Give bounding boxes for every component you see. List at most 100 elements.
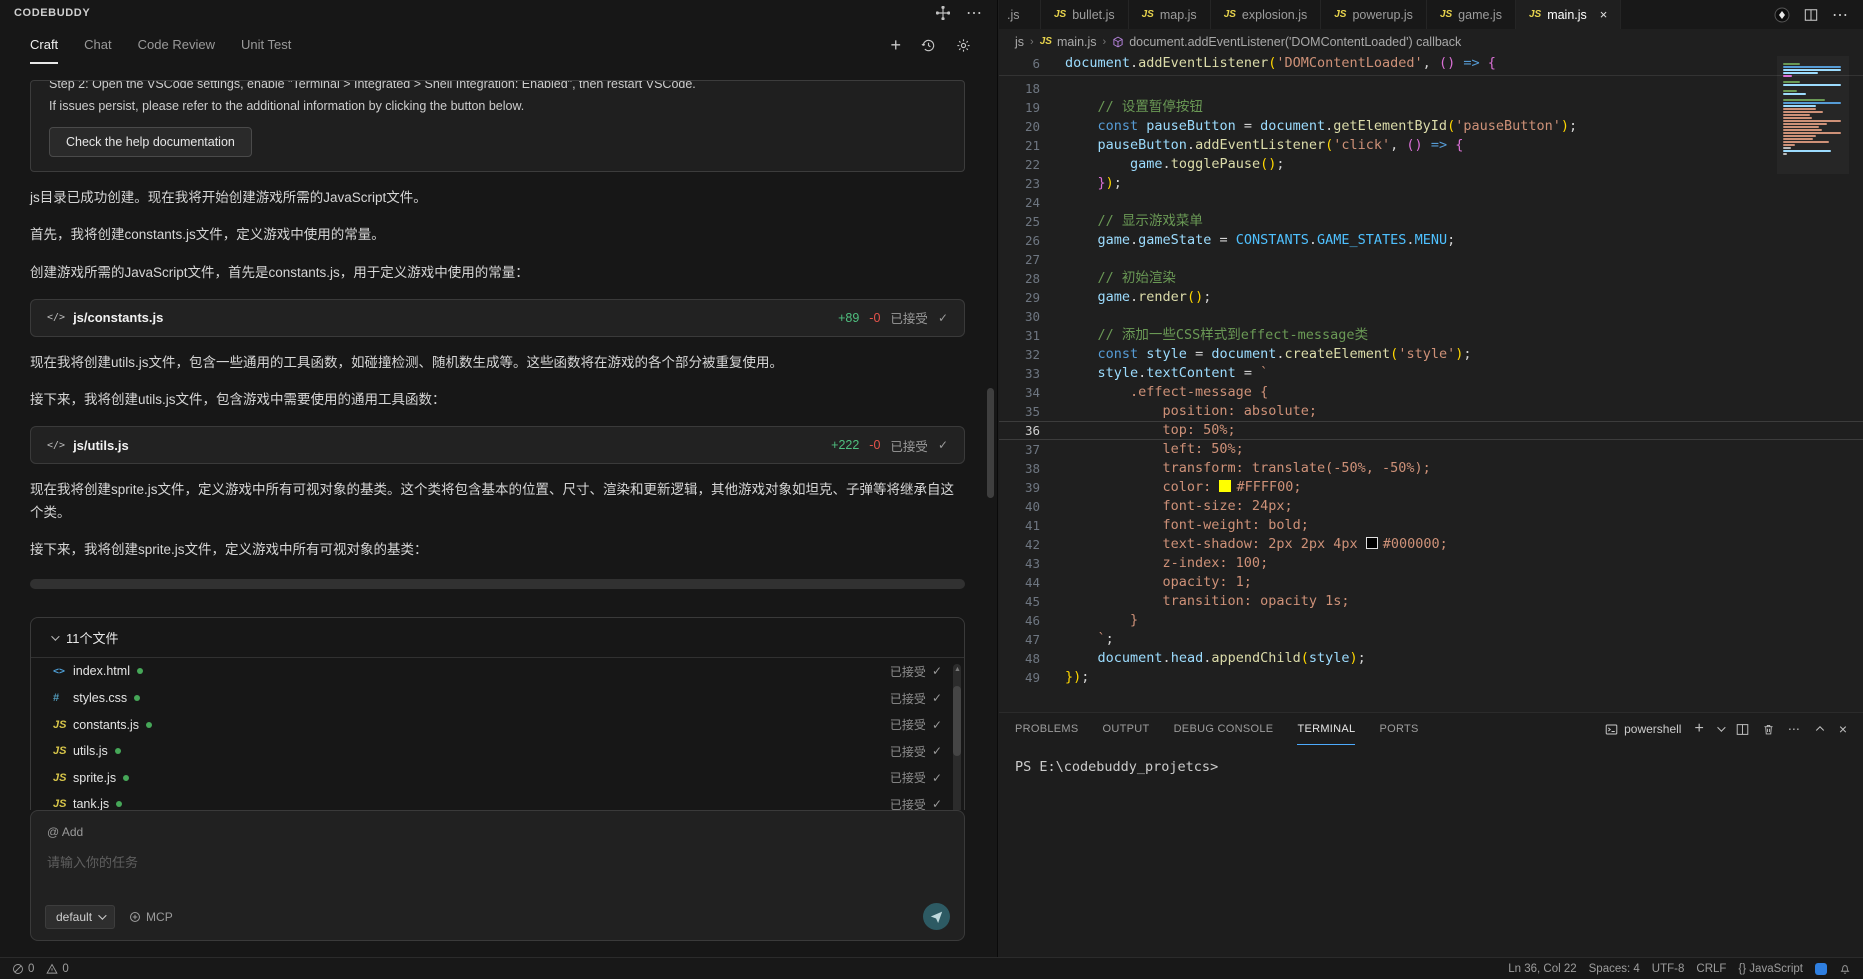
code-line-44[interactable]: 44 opacity: 1; (999, 573, 1863, 592)
editor-tab-powerup-js[interactable]: JSpowerup.js (1321, 0, 1427, 29)
panel-more-actions-icon[interactable]: ⋯ (1788, 722, 1801, 736)
file-row-index-html[interactable]: <>index.html已接受✓ (31, 658, 964, 685)
send-button[interactable] (923, 903, 950, 930)
file-change-card[interactable]: </>js/utils.js+222-0已接受✓ (30, 426, 965, 464)
codebuddy-extension-icon[interactable] (1774, 7, 1790, 23)
editor-tab-bullet-js[interactable]: JSbullet.js (1041, 0, 1129, 29)
code-line-30[interactable]: 30 (999, 307, 1863, 326)
add-context-button[interactable]: @ Add (47, 825, 83, 839)
kill-terminal-icon[interactable] (1762, 723, 1775, 736)
breadcrumb-item[interactable]: JSmain.js (1040, 35, 1097, 49)
editor-more-actions-icon[interactable]: ⋯ (1832, 5, 1849, 25)
code-line-48[interactable]: 48 document.head.appendChild(style); (999, 649, 1863, 668)
code-line-20[interactable]: 20 const pauseButton = document.getEleme… (999, 117, 1863, 136)
mode-selector[interactable]: default (45, 905, 115, 929)
minimap[interactable] (1777, 56, 1849, 174)
accepted-status[interactable]: 已接受✓ (890, 690, 942, 707)
panel-tab-terminal[interactable]: TERMINAL (1297, 713, 1355, 745)
code-line-19[interactable]: 19 // 设置暂停按钮 (999, 98, 1863, 117)
code-line-38[interactable]: 38 transform: translate(-50%, -50%); (999, 459, 1863, 478)
settings-gear-icon[interactable] (956, 38, 971, 53)
editor-tab-explosion-js[interactable]: JSexplosion.js (1211, 0, 1322, 29)
editor-tab-map-js[interactable]: JSmap.js (1129, 0, 1211, 29)
history-icon[interactable] (921, 38, 936, 53)
file-change-card[interactable]: </>js/constants.js+89-0已接受✓ (30, 299, 965, 337)
code-line-47[interactable]: 47 `; (999, 630, 1863, 649)
code-line-32[interactable]: 32 const style = document.createElement(… (999, 345, 1863, 364)
accepted-status[interactable]: 已接受✓ (890, 743, 942, 760)
code-line-24[interactable]: 24 (999, 193, 1863, 212)
close-panel-icon[interactable]: × (1839, 721, 1847, 737)
panel-tab-debug-console[interactable]: DEBUG CONSOLE (1174, 713, 1274, 745)
status-crlf[interactable]: CRLF (1696, 963, 1726, 975)
status-utf-8[interactable]: UTF-8 (1652, 963, 1685, 975)
color-swatch[interactable] (1366, 537, 1378, 549)
new-chat-icon[interactable]: + (890, 35, 901, 56)
code-line-29[interactable]: 29 game.render(); (999, 288, 1863, 307)
code-line-23[interactable]: 23 }); (999, 174, 1863, 193)
code-line-25[interactable]: 25 // 显示游戏菜单 (999, 212, 1863, 231)
split-terminal-icon[interactable] (1736, 723, 1749, 736)
code-line-41[interactable]: 41 font-weight: bold; (999, 516, 1863, 535)
breadcrumb[interactable]: js›JSmain.js›document.addEventListener('… (999, 29, 1863, 54)
mcp-button[interactable]: MCP (129, 910, 173, 924)
notifications-bell-icon[interactable] (1839, 963, 1851, 975)
editor-tab-game-js[interactable]: JSgame.js (1427, 0, 1516, 29)
code-line-21[interactable]: 21 pauseButton.addEventListener('click',… (999, 136, 1863, 155)
panel-tab-output[interactable]: OUTPUT (1103, 713, 1150, 745)
accepted-status[interactable]: 已接受✓ (890, 769, 942, 786)
code-line-33[interactable]: 33 style.textContent = ` (999, 364, 1863, 383)
code-line-43[interactable]: 43 z-index: 100; (999, 554, 1863, 573)
split-editor-icon[interactable] (1804, 8, 1818, 22)
accepted-status[interactable]: 已接受✓ (890, 796, 942, 810)
status-errors[interactable]: 0 (12, 963, 34, 975)
code-line-42[interactable]: 42 text-shadow: 2px 2px 4px #000000; (999, 535, 1863, 554)
file-row-utils-js[interactable]: JSutils.js已接受✓ (31, 738, 964, 765)
sticky-scroll-line[interactable]: 6document.addEventListener('DOMContentLo… (999, 54, 1863, 76)
panel-tab-ports[interactable]: PORTS (1379, 713, 1418, 745)
code-line-40[interactable]: 40 font-size: 24px; (999, 497, 1863, 516)
stream-divider[interactable] (30, 579, 965, 589)
code-line-39[interactable]: 39 color: #FFFF00; (999, 478, 1863, 497)
code-line-36[interactable]: 36 top: 50%; (999, 421, 1863, 440)
move-panel-icon[interactable] (936, 6, 950, 20)
code-line-26[interactable]: 26 game.gameState = CONSTANTS.GAME_STATE… (999, 231, 1863, 250)
breadcrumb-item[interactable]: js (1015, 35, 1024, 49)
tab-chat[interactable]: Chat (84, 26, 111, 64)
breadcrumb-item[interactable]: document.addEventListener('DOMContentLoa… (1112, 35, 1461, 49)
tab-unit-test[interactable]: Unit Test (241, 26, 291, 64)
code-line-45[interactable]: 45 transition: opacity 1s; (999, 592, 1863, 611)
task-input[interactable]: 请输入你的任务 (47, 852, 948, 871)
files-scrollbar[interactable]: ▲ (953, 664, 961, 810)
panel-tab-problems[interactable]: PROBLEMS (1015, 713, 1079, 745)
file-row-sprite-js[interactable]: JSsprite.js已接受✓ (31, 765, 964, 792)
new-terminal-icon[interactable]: + (1694, 720, 1703, 738)
file-row-styles-css[interactable]: #styles.css已接受✓ (31, 685, 964, 712)
color-swatch[interactable] (1219, 480, 1231, 492)
code-line-35[interactable]: 35 position: absolute; (999, 402, 1863, 421)
accepted-status[interactable]: 已接受✓ (890, 663, 942, 680)
status-spaces-4[interactable]: Spaces: 4 (1589, 963, 1640, 975)
chat-scrollbar[interactable] (987, 388, 994, 498)
terminal-dropdown-icon[interactable] (1717, 723, 1725, 731)
code-line-27[interactable]: 27 (999, 250, 1863, 269)
help-documentation-button[interactable]: Check the help documentation (49, 127, 252, 157)
code-line-49[interactable]: 49}); (999, 668, 1863, 687)
file-row-tank-js[interactable]: JStank.js已接受✓ (31, 791, 964, 810)
code-line-6[interactable]: 6document.addEventListener('DOMContentLo… (999, 54, 1863, 73)
status--javascript[interactable]: {} JavaScript (1738, 963, 1803, 975)
maximize-panel-icon[interactable] (1814, 723, 1826, 735)
code-line-22[interactable]: 22 game.togglePause(); (999, 155, 1863, 174)
code-line-18[interactable]: 18 (999, 79, 1863, 98)
file-row-constants-js[interactable]: JSconstants.js已接受✓ (31, 711, 964, 738)
panel-more-icon[interactable]: ⋯ (966, 3, 983, 23)
status-ln-36-col-22[interactable]: Ln 36, Col 22 (1508, 963, 1576, 975)
editor-tab--js[interactable]: .js (999, 0, 1041, 29)
code-editor[interactable]: 6document.addEventListener('DOMContentLo… (999, 54, 1863, 712)
code-line-28[interactable]: 28 // 初始渲染 (999, 269, 1863, 288)
files-summary-header[interactable]: 11个文件 (31, 618, 964, 658)
close-tab-icon[interactable]: × (1600, 7, 1608, 22)
tab-craft[interactable]: Craft (30, 26, 58, 64)
tab-code-review[interactable]: Code Review (138, 26, 215, 64)
accepted-status[interactable]: 已接受✓ (890, 716, 942, 733)
